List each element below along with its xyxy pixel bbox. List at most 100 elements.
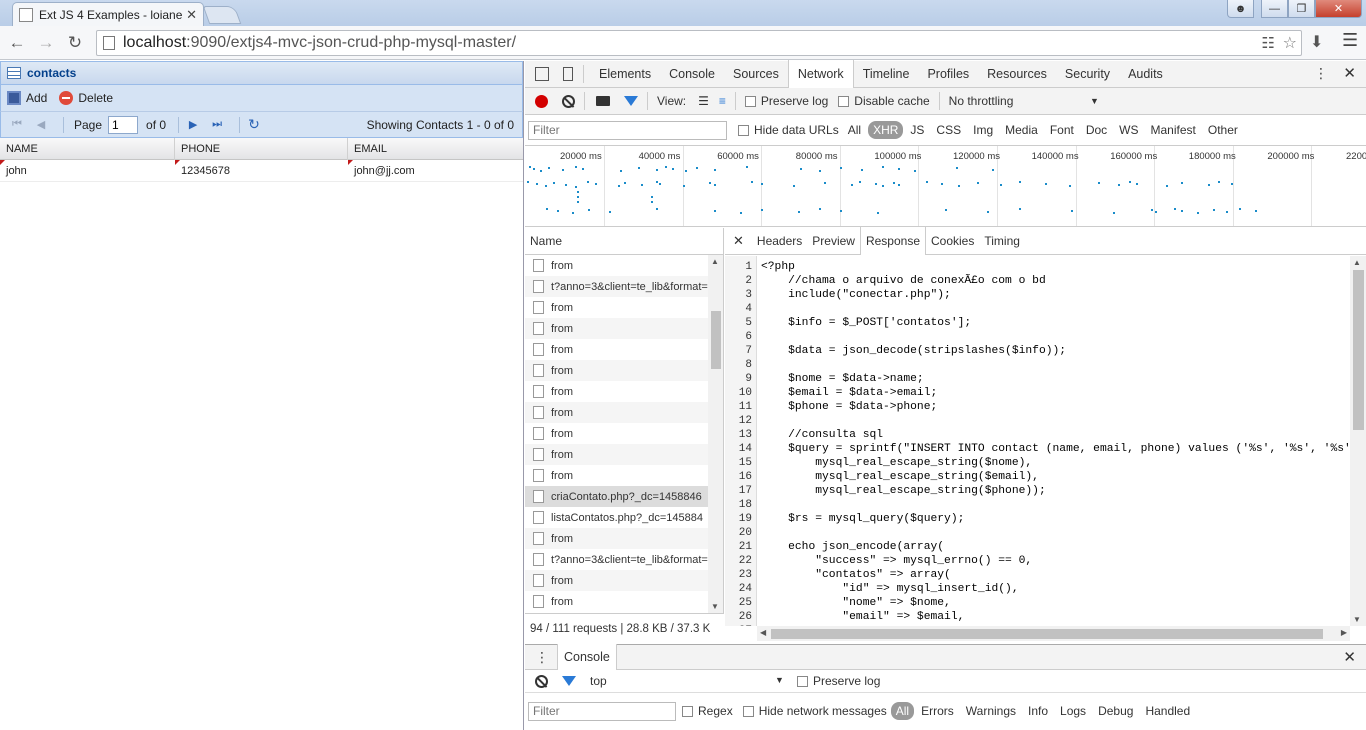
- scroll-up-icon[interactable]: ▲: [1353, 258, 1361, 267]
- name-column-header[interactable]: Name: [525, 228, 723, 255]
- hide-network-checkbox[interactable]: Hide network messages: [742, 704, 887, 718]
- console-level-handled[interactable]: Handled: [1140, 702, 1195, 720]
- inspect-element-icon[interactable]: [535, 67, 549, 81]
- console-preserve-log-checkbox[interactable]: Preserve log: [797, 674, 880, 688]
- tab-resources[interactable]: Resources: [978, 60, 1056, 87]
- filter-type-other[interactable]: Other: [1203, 121, 1243, 139]
- table-row[interactable]: john 12345678 john@jj.com: [0, 160, 523, 182]
- request-row[interactable]: from: [525, 360, 708, 381]
- scroll-down-icon[interactable]: ▼: [711, 602, 719, 611]
- close-window-button[interactable]: ✕: [1315, 0, 1362, 18]
- disable-cache-checkbox[interactable]: Disable cache: [838, 94, 930, 108]
- download-extension-icon[interactable]: ⬇: [1310, 32, 1323, 52]
- console-filter-icon[interactable]: [562, 676, 576, 686]
- tab-timeline[interactable]: Timeline: [854, 60, 919, 87]
- first-page-icon[interactable]: ⏮: [9, 118, 25, 132]
- scrollbar-thumb[interactable]: [1353, 270, 1364, 430]
- tab-network[interactable]: Network: [787, 60, 854, 88]
- filter-type-ws[interactable]: WS: [1114, 121, 1143, 139]
- scroll-up-icon[interactable]: ▲: [711, 257, 719, 266]
- code-horizontal-scrollbar[interactable]: ◀ ▶: [757, 626, 1350, 641]
- chrome-menu-icon[interactable]: ☰: [1342, 30, 1358, 51]
- filter-funnel-icon[interactable]: [624, 96, 638, 106]
- scrollbar-thumb[interactable]: [711, 311, 721, 369]
- drawer-menu-icon[interactable]: ⋮: [533, 649, 551, 666]
- request-row[interactable]: from: [525, 465, 708, 486]
- tab-profiles[interactable]: Profiles: [918, 60, 978, 87]
- more-options-icon[interactable]: ⋮: [1314, 65, 1328, 82]
- request-row[interactable]: t?anno=3&client=te_lib&format=: [525, 276, 708, 297]
- filter-type-doc[interactable]: Doc: [1081, 121, 1112, 139]
- column-header-name[interactable]: NAME: [0, 138, 175, 160]
- checkbox-box[interactable]: [744, 95, 756, 107]
- checkbox-box[interactable]: [742, 705, 754, 717]
- filter-type-js[interactable]: JS: [905, 121, 929, 139]
- tab-security[interactable]: Security: [1056, 60, 1119, 87]
- detail-tab-timing[interactable]: Timing: [979, 227, 1025, 254]
- filter-type-all[interactable]: All: [843, 121, 866, 139]
- scroll-left-icon[interactable]: ◀: [760, 628, 766, 637]
- request-row[interactable]: from: [525, 339, 708, 360]
- record-icon[interactable]: [535, 94, 548, 108]
- forward-arrow-icon[interactable]: →: [35, 32, 57, 54]
- filter-type-css[interactable]: CSS: [931, 121, 966, 139]
- detail-tab-response[interactable]: Response: [859, 227, 926, 255]
- cell-name[interactable]: john: [0, 160, 175, 181]
- minimize-window-button[interactable]: —: [1261, 0, 1288, 18]
- maximize-window-button[interactable]: ❐: [1288, 0, 1315, 18]
- detail-tab-cookies[interactable]: Cookies: [926, 227, 979, 254]
- console-level-info[interactable]: Info: [1023, 702, 1053, 720]
- reload-icon[interactable]: ↻: [64, 32, 86, 54]
- console-filter-input[interactable]: [528, 701, 676, 721]
- large-rows-icon[interactable]: ☰: [698, 94, 709, 108]
- request-row[interactable]: from: [525, 255, 708, 276]
- checkbox-box[interactable]: [738, 124, 749, 136]
- next-page-icon[interactable]: ▶: [185, 118, 201, 132]
- tab-console[interactable]: Console: [660, 60, 724, 87]
- url-text[interactable]: localhost:9090/extjs4-mvc-json-crud-php-…: [123, 34, 516, 52]
- console-level-errors[interactable]: Errors: [916, 702, 959, 720]
- request-row[interactable]: listaContatos.php?_dc=145884: [525, 507, 708, 528]
- delete-button[interactable]: Delete: [59, 91, 113, 105]
- filter-type-manifest[interactable]: Manifest: [1146, 121, 1201, 139]
- column-header-phone[interactable]: PHONE: [175, 138, 348, 160]
- overview-waterfall-icon[interactable]: ≡: [719, 94, 726, 108]
- preserve-log-checkbox[interactable]: Preserve log: [744, 94, 828, 108]
- hide-data-urls-checkbox[interactable]: Hide data URLs: [738, 123, 839, 137]
- bookmark-star-icon[interactable]: ☆: [1283, 33, 1297, 53]
- close-devtools-icon[interactable]: ✕: [1343, 64, 1356, 82]
- filter-type-img[interactable]: Img: [968, 121, 998, 139]
- request-row[interactable]: from: [525, 570, 708, 591]
- scroll-down-icon[interactable]: ▼: [1353, 615, 1361, 624]
- refresh-icon[interactable]: ↻: [246, 116, 262, 132]
- scrollbar-thumb[interactable]: [771, 629, 1323, 639]
- page-number-input[interactable]: [108, 115, 139, 134]
- scroll-right-icon[interactable]: ▶: [1341, 628, 1347, 637]
- request-row[interactable]: from: [525, 402, 708, 423]
- translate-icon[interactable]: ☷: [1262, 34, 1275, 52]
- checkbox-box[interactable]: [838, 95, 850, 107]
- throttling-select[interactable]: No throttling: [949, 94, 1014, 108]
- request-row[interactable]: from: [525, 318, 708, 339]
- column-header-email[interactable]: EMAIL: [348, 138, 522, 160]
- clear-icon[interactable]: [562, 94, 575, 108]
- code-vertical-scrollbar[interactable]: ▲ ▼: [1350, 256, 1366, 626]
- cell-email[interactable]: john@jj.com: [348, 160, 522, 181]
- tab-audits[interactable]: Audits: [1119, 60, 1172, 87]
- console-level-all[interactable]: All: [890, 702, 915, 720]
- close-tab-icon[interactable]: ✕: [186, 7, 197, 23]
- last-page-icon[interactable]: ⏭: [209, 118, 225, 132]
- request-row[interactable]: from: [525, 297, 708, 318]
- filter-type-xhr[interactable]: XHR: [868, 121, 904, 139]
- tab-sources[interactable]: Sources: [724, 60, 788, 87]
- console-level-debug[interactable]: Debug: [1093, 702, 1138, 720]
- back-arrow-icon[interactable]: ←: [6, 32, 28, 54]
- request-list-scrollbar[interactable]: ▲ ▼: [708, 255, 723, 613]
- add-button[interactable]: Add: [7, 91, 47, 105]
- user-profile-icon[interactable]: ☻: [1227, 0, 1254, 18]
- console-level-warnings[interactable]: Warnings: [961, 702, 1021, 720]
- request-row[interactable]: from: [525, 423, 708, 444]
- dropdown-arrow-icon[interactable]: ▼: [1090, 96, 1099, 106]
- address-bar[interactable]: localhost:9090/extjs4-mvc-json-crud-php-…: [96, 30, 1302, 56]
- checkbox-box[interactable]: [797, 675, 808, 687]
